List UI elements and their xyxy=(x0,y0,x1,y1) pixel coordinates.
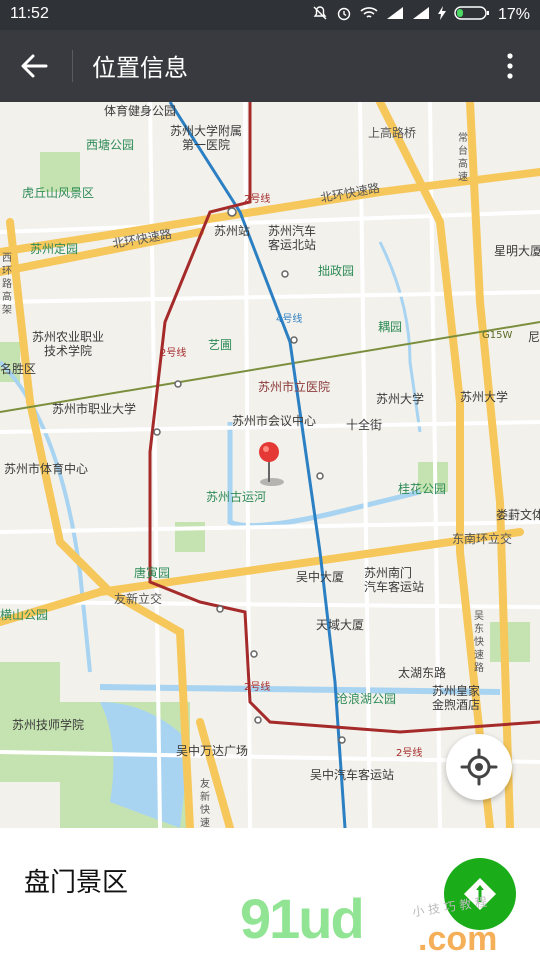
map-label: 技术学院 xyxy=(44,344,93,358)
map-label: 唐寅园 xyxy=(134,566,171,580)
more-vertical-icon xyxy=(507,53,513,79)
map-label: 拙政园 xyxy=(318,264,355,278)
app-bar: 位置信息 xyxy=(0,30,540,102)
map-label: 西塘公园 xyxy=(86,138,135,152)
battery-percentage: 17% xyxy=(497,5,530,23)
battery-icon xyxy=(454,5,490,24)
map-label: 汽车客运站 xyxy=(364,580,425,594)
location-pin-icon xyxy=(259,442,279,462)
app-bar-divider xyxy=(72,50,73,82)
map-label: 桂花公园 xyxy=(398,482,447,496)
map-view[interactable]: 体育健身公园 苏州大学附属 第一医院 西塘公园 上高路桥 常台高速 虎丘山风景区… xyxy=(0,102,540,828)
signal-icon xyxy=(386,6,404,23)
map-label: 耦园 xyxy=(378,320,403,334)
metro-label: 2号线 xyxy=(244,194,271,205)
map-label: 横山公园 xyxy=(0,608,49,622)
watermark-suffix: .com xyxy=(418,920,498,958)
map-label: 娄葑文体 xyxy=(496,508,540,522)
map-label: 虎丘山风景区 xyxy=(22,186,95,200)
map-label: 苏州市职业大学 xyxy=(52,402,137,416)
place-name: 盘门景区 xyxy=(24,868,129,898)
map-label: 金煦酒店 xyxy=(432,698,481,712)
location-panel: 盘门景区 91ud .com 小 技 巧 教 程 xyxy=(0,828,540,960)
map-label: 东南环立交 xyxy=(452,532,513,546)
map-label: 苏州市立医院 xyxy=(258,380,331,394)
map-label: 上高路桥 xyxy=(368,126,417,140)
back-button[interactable] xyxy=(16,48,52,84)
map-label: 友新立交 xyxy=(114,592,163,606)
map-label: 苏州古运河 xyxy=(206,490,267,504)
charging-icon xyxy=(437,6,446,23)
metro-label: 2号线 xyxy=(244,682,271,693)
map-label: 天域大厦 xyxy=(316,618,365,632)
map-label: 苏州市会议中心 xyxy=(232,414,317,428)
page-title: 位置信息 xyxy=(92,54,188,82)
map-label: 苏州站 xyxy=(214,224,251,238)
map-label: 第一医院 xyxy=(182,138,231,152)
map-label: 苏州大学 xyxy=(460,390,509,404)
map-label: 名胜区 xyxy=(0,362,37,376)
map-label: 客运北站 xyxy=(268,238,317,252)
map-label: 体育健身公园 xyxy=(104,104,177,118)
mute-icon xyxy=(312,5,328,24)
map-label: 常台高速 xyxy=(458,133,468,183)
map-label: 太湖东路 xyxy=(398,666,447,680)
metro-label: 2号线 xyxy=(396,748,423,759)
map-label: 苏州大学 xyxy=(376,392,425,406)
map-label: 星明大厦 xyxy=(494,244,540,258)
map-label: 吴中大厦 xyxy=(296,570,345,584)
watermark-logo: 91ud xyxy=(240,887,365,950)
metro-label: 4号线 xyxy=(276,314,303,325)
wifi-icon xyxy=(360,5,378,24)
map-label: 吴中汽车客运站 xyxy=(310,768,395,782)
map-label: 吴中万达广场 xyxy=(176,744,249,758)
map-label: 西环路高架 xyxy=(2,253,12,316)
map-label: 友新快速 xyxy=(200,779,210,828)
status-icons: 17% xyxy=(312,5,530,24)
locate-icon xyxy=(460,748,498,786)
map-label: G15W xyxy=(482,330,513,341)
map-label: 艺圃 xyxy=(208,338,233,352)
map-label: 沧浪湖公园 xyxy=(336,692,397,706)
map-label: 尼 xyxy=(528,330,540,344)
map-label: 苏州定园 xyxy=(30,242,79,256)
status-bar: 11:52 17% xyxy=(0,0,540,30)
map-label: 苏州技师学院 xyxy=(12,718,85,732)
map-label: 十全街 xyxy=(346,418,383,432)
map-label: 苏州市体育中心 xyxy=(4,462,89,476)
metro-label: 2号线 xyxy=(160,348,187,359)
more-button[interactable] xyxy=(500,48,520,84)
arrow-left-icon xyxy=(21,54,48,78)
status-time: 11:52 xyxy=(10,5,49,22)
map-label: 吴东快速路 xyxy=(474,611,484,674)
locate-button[interactable] xyxy=(446,734,512,800)
signal-icon xyxy=(412,6,430,23)
alarm-icon xyxy=(336,5,352,24)
